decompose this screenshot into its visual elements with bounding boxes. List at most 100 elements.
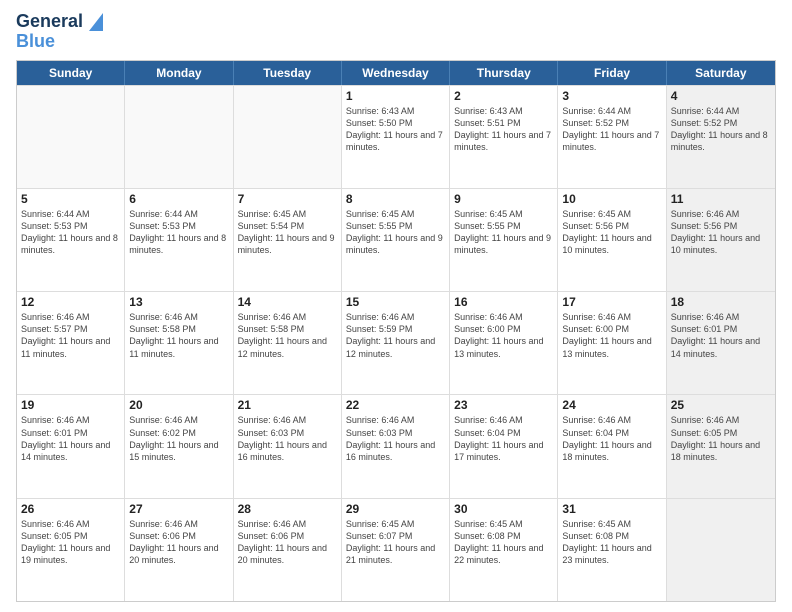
day-info: Sunrise: 6:44 AMSunset: 5:52 PMDaylight:… — [562, 105, 661, 154]
week-row-4: 19 Sunrise: 6:46 AMSunset: 6:01 PMDayligh… — [17, 394, 775, 497]
day-number: 21 — [238, 398, 337, 412]
calendar-header-row: SundayMondayTuesdayWednesdayThursdayFrid… — [17, 61, 775, 85]
day-number: 28 — [238, 502, 337, 516]
day-number: 27 — [129, 502, 228, 516]
day-number: 30 — [454, 502, 553, 516]
day-number: 24 — [562, 398, 661, 412]
day-info: Sunrise: 6:45 AMSunset: 6:07 PMDaylight:… — [346, 518, 445, 567]
day-info: Sunrise: 6:46 AMSunset: 6:06 PMDaylight:… — [129, 518, 228, 567]
calendar-cell: 29 Sunrise: 6:45 AMSunset: 6:07 PMDayligh… — [342, 499, 450, 601]
calendar-cell: 16 Sunrise: 6:46 AMSunset: 6:00 PMDayligh… — [450, 292, 558, 394]
calendar-cell: 3 Sunrise: 6:44 AMSunset: 5:52 PMDaylight… — [558, 86, 666, 188]
week-row-1: 1 Sunrise: 6:43 AMSunset: 5:50 PMDaylight… — [17, 85, 775, 188]
calendar-cell — [17, 86, 125, 188]
calendar-cell — [234, 86, 342, 188]
day-info: Sunrise: 6:44 AMSunset: 5:52 PMDaylight:… — [671, 105, 771, 154]
calendar-cell: 26 Sunrise: 6:46 AMSunset: 6:05 PMDayligh… — [17, 499, 125, 601]
day-number: 10 — [562, 192, 661, 206]
day-info: Sunrise: 6:43 AMSunset: 5:50 PMDaylight:… — [346, 105, 445, 154]
calendar-cell: 5Sunrise: 6:44 AMSunset: 5:53 PMDaylight… — [17, 189, 125, 291]
calendar-cell: 28 Sunrise: 6:46 AMSunset: 6:06 PMDayligh… — [234, 499, 342, 601]
calendar-cell: 17Sunrise: 6:46 AMSunset: 6:00 PMDayligh… — [558, 292, 666, 394]
day-number: 18 — [671, 295, 771, 309]
calendar-cell: 12 Sunrise: 6:46 AMSunset: 5:57 PMDayligh… — [17, 292, 125, 394]
day-number: 1 — [346, 89, 445, 103]
day-number: 8 — [346, 192, 445, 206]
calendar-cell: 23Sunrise: 6:46 AMSunset: 6:04 PMDayligh… — [450, 395, 558, 497]
day-info: Sunrise: 6:46 AMSunset: 6:03 PMDaylight:… — [346, 414, 445, 463]
day-number: 4 — [671, 89, 771, 103]
week-row-2: 5Sunrise: 6:44 AMSunset: 5:53 PMDaylight… — [17, 188, 775, 291]
week-row-5: 26 Sunrise: 6:46 AMSunset: 6:05 PMDayligh… — [17, 498, 775, 601]
calendar-cell: 6Sunrise: 6:44 AMSunset: 5:53 PMDaylight… — [125, 189, 233, 291]
day-info: Sunrise: 6:45 AMSunset: 5:54 PMDaylight:… — [238, 208, 337, 257]
day-number: 7 — [238, 192, 337, 206]
calendar-cell: 31 Sunrise: 6:45 AMSunset: 6:08 PMDayligh… — [558, 499, 666, 601]
day-info: Sunrise: 6:46 AMSunset: 6:06 PMDaylight:… — [238, 518, 337, 567]
day-info: Sunrise: 6:45 AMSunset: 5:55 PMDaylight:… — [346, 208, 445, 257]
header-cell-saturday: Saturday — [667, 61, 775, 85]
day-info: Sunrise: 6:46 AMSunset: 6:01 PMDaylight:… — [671, 311, 771, 360]
day-info: Sunrise: 6:45 AMSunset: 6:08 PMDaylight:… — [454, 518, 553, 567]
header-cell-sunday: Sunday — [17, 61, 125, 85]
header-cell-monday: Monday — [125, 61, 233, 85]
calendar-cell: 20Sunrise: 6:46 AMSunset: 6:02 PMDayligh… — [125, 395, 233, 497]
day-info: Sunrise: 6:46 AMSunset: 6:04 PMDaylight:… — [562, 414, 661, 463]
day-number: 29 — [346, 502, 445, 516]
day-info: Sunrise: 6:46 AMSunset: 6:00 PMDaylight:… — [454, 311, 553, 360]
logo-blue: Blue — [16, 32, 55, 52]
day-info: Sunrise: 6:43 AMSunset: 5:51 PMDaylight:… — [454, 105, 553, 154]
day-number: 31 — [562, 502, 661, 516]
day-info: Sunrise: 6:46 AMSunset: 6:05 PMDaylight:… — [21, 518, 120, 567]
day-number: 16 — [454, 295, 553, 309]
day-info: Sunrise: 6:46 AMSunset: 5:59 PMDaylight:… — [346, 311, 445, 360]
calendar-cell: 11Sunrise: 6:46 AMSunset: 5:56 PMDayligh… — [667, 189, 775, 291]
calendar-cell: 2 Sunrise: 6:43 AMSunset: 5:51 PMDaylight… — [450, 86, 558, 188]
calendar: SundayMondayTuesdayWednesdayThursdayFrid… — [16, 60, 776, 602]
calendar-cell: 10 Sunrise: 6:45 AMSunset: 5:56 PMDayligh… — [558, 189, 666, 291]
day-number: 23 — [454, 398, 553, 412]
calendar-cell: 14 Sunrise: 6:46 AMSunset: 5:58 PMDayligh… — [234, 292, 342, 394]
calendar-cell: 15Sunrise: 6:46 AMSunset: 5:59 PMDayligh… — [342, 292, 450, 394]
calendar-cell: 21 Sunrise: 6:46 AMSunset: 6:03 PMDayligh… — [234, 395, 342, 497]
calendar-cell: 7 Sunrise: 6:45 AMSunset: 5:54 PMDaylight… — [234, 189, 342, 291]
day-info: Sunrise: 6:45 AMSunset: 6:08 PMDaylight:… — [562, 518, 661, 567]
day-number: 19 — [21, 398, 120, 412]
day-info: Sunrise: 6:46 AMSunset: 6:01 PMDaylight:… — [21, 414, 120, 463]
page: General Blue SundayMondayTuesdayWednesda… — [0, 0, 792, 612]
day-info: Sunrise: 6:44 AMSunset: 5:53 PMDaylight:… — [129, 208, 228, 257]
header-cell-wednesday: Wednesday — [342, 61, 450, 85]
day-number: 26 — [21, 502, 120, 516]
day-number: 17 — [562, 295, 661, 309]
header-cell-thursday: Thursday — [450, 61, 558, 85]
calendar-body: 1 Sunrise: 6:43 AMSunset: 5:50 PMDaylight… — [17, 85, 775, 601]
day-info: Sunrise: 6:46 AMSunset: 5:57 PMDaylight:… — [21, 311, 120, 360]
day-number: 20 — [129, 398, 228, 412]
calendar-cell: 13Sunrise: 6:46 AMSunset: 5:58 PMDayligh… — [125, 292, 233, 394]
calendar-cell: 25Sunrise: 6:46 AMSunset: 6:05 PMDayligh… — [667, 395, 775, 497]
day-number: 11 — [671, 192, 771, 206]
calendar-cell: 18 Sunrise: 6:46 AMSunset: 6:01 PMDayligh… — [667, 292, 775, 394]
day-number: 25 — [671, 398, 771, 412]
day-number: 2 — [454, 89, 553, 103]
calendar-cell: 22 Sunrise: 6:46 AMSunset: 6:03 PMDayligh… — [342, 395, 450, 497]
day-info: Sunrise: 6:44 AMSunset: 5:53 PMDaylight:… — [21, 208, 120, 257]
calendar-cell: 8 Sunrise: 6:45 AMSunset: 5:55 PMDaylight… — [342, 189, 450, 291]
day-number: 14 — [238, 295, 337, 309]
day-info: Sunrise: 6:46 AMSunset: 6:03 PMDaylight:… — [238, 414, 337, 463]
calendar-cell: 4 Sunrise: 6:44 AMSunset: 5:52 PMDaylight… — [667, 86, 775, 188]
day-number: 3 — [562, 89, 661, 103]
calendar-cell: 24 Sunrise: 6:46 AMSunset: 6:04 PMDayligh… — [558, 395, 666, 497]
logo-text: General — [16, 12, 103, 32]
day-number: 22 — [346, 398, 445, 412]
header-cell-friday: Friday — [558, 61, 666, 85]
calendar-cell — [667, 499, 775, 601]
calendar-cell — [125, 86, 233, 188]
day-number: 12 — [21, 295, 120, 309]
calendar-cell: 1 Sunrise: 6:43 AMSunset: 5:50 PMDaylight… — [342, 86, 450, 188]
header: General Blue — [16, 12, 776, 52]
day-number: 13 — [129, 295, 228, 309]
day-info: Sunrise: 6:46 AMSunset: 5:58 PMDaylight:… — [238, 311, 337, 360]
day-info: Sunrise: 6:45 AMSunset: 5:56 PMDaylight:… — [562, 208, 661, 257]
calendar-cell: 9Sunrise: 6:45 AMSunset: 5:55 PMDaylight… — [450, 189, 558, 291]
